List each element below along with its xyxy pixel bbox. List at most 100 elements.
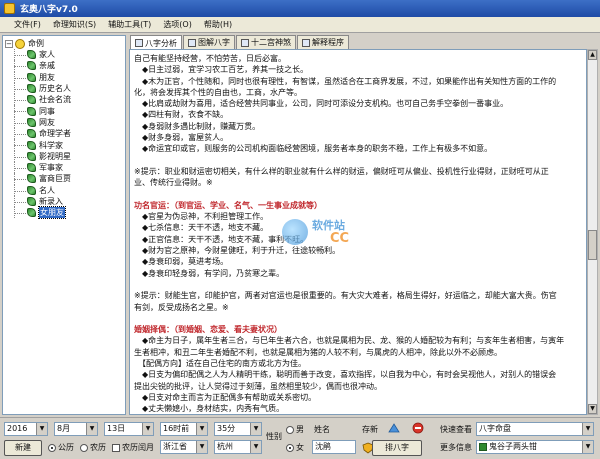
leaf-icon <box>27 106 36 116</box>
text-line <box>134 279 582 290</box>
female-label: 女 <box>296 443 304 452</box>
tree-item[interactable]: 朋友 <box>5 71 125 84</box>
text-line <box>134 313 582 324</box>
gourd-icon <box>479 443 487 451</box>
tree-item[interactable]: 富商巨贾 <box>5 173 125 185</box>
solar-calendar-radio[interactable] <box>48 444 56 452</box>
scroll-thumb[interactable] <box>588 230 597 260</box>
text-line: ◆比肩或劫财为喜用，适合经营共同事业，公司，同时可添设分支机构。也可自己务手空拳… <box>134 99 509 109</box>
hour-select[interactable]: 16时前 ▼ <box>160 422 208 436</box>
app-icon <box>4 3 15 14</box>
tree-item-label: 科学家 <box>39 140 63 150</box>
menu-file[interactable]: 文件(F) <box>8 19 47 30</box>
text-line <box>134 155 582 166</box>
tree-item-label: 名人 <box>39 185 55 195</box>
minute-select[interactable]: 35分 ▼ <box>214 422 262 436</box>
text-line: 化，将会发挥其个性的自由也，工商，水产等。 <box>134 87 302 97</box>
scroll-up-icon[interactable]: ▲ <box>588 50 597 60</box>
tree-item[interactable]: 同事 <box>5 105 125 118</box>
tree-item[interactable]: 网友 <box>5 116 125 129</box>
collapse-icon[interactable]: − <box>5 39 13 48</box>
tree-item[interactable]: 社会名流 <box>5 94 125 106</box>
menu-help[interactable]: 帮助(H) <box>198 19 238 30</box>
section-heading: 婚姻择偶：（到婚姻、恋爱、看夫妻状况） <box>134 325 282 335</box>
tree-item[interactable]: 新录入 <box>5 195 125 208</box>
tree-item[interactable]: 亲戚 <box>5 60 125 72</box>
tree-item-label: 女朋友 <box>38 206 66 220</box>
city-select[interactable]: 杭州 ▼ <box>214 440 262 454</box>
text-line: 业、传统行业得财。※ <box>134 178 213 188</box>
tab-bazi-diagram[interactable]: 图解八字 <box>183 35 235 49</box>
dropdown-arrow-icon: ▼ <box>86 423 97 435</box>
leaf-icon <box>27 197 36 206</box>
text-line: ◆日干专相干，夫妻和睦，相互了解多有助益。 <box>134 415 582 416</box>
text-line: ◆日支对命主而言为正配偶多有帮助或关系密切。 <box>134 392 317 402</box>
leaf-icon <box>27 185 36 195</box>
tab-interpretation[interactable]: 解释程序 <box>297 35 349 49</box>
save-icon[interactable] <box>388 422 400 434</box>
quick-view-select[interactable]: 八字命盘 ▼ <box>476 422 594 436</box>
leaf-icon <box>27 117 36 127</box>
menu-knowledge[interactable]: 命理知识(S) <box>47 19 102 30</box>
name-label: 姓名 <box>314 425 330 434</box>
book-icon <box>302 38 310 47</box>
tree-item[interactable]: 科学家 <box>5 139 125 151</box>
scroll-down-icon[interactable]: ▼ <box>588 404 597 414</box>
leap-month-label: 农历闰月 <box>122 443 154 452</box>
leap-month-checkbox[interactable] <box>112 444 120 452</box>
text-line: ◆财多身弱，富屋贫人。 <box>134 133 229 143</box>
tree-item-label: 家人 <box>39 50 55 60</box>
tree-item-label: 富商巨贾 <box>39 174 71 184</box>
analysis-text[interactable]: 自己有能坚持经营，不怕劳苦，日后必富。 ◆日主过弱，宜学习农工百艺，养其一技之长… <box>129 49 587 415</box>
text-line: ※提示：职业和财运密切相关，有什么样的职业就有什么样的财运，偏财旺可从偏业、投机… <box>134 166 549 176</box>
vertical-scrollbar[interactable]: ▲ ▼ <box>587 49 598 415</box>
tree-item[interactable]: 命理学者 <box>5 128 125 140</box>
month-select[interactable]: 8月 ▼ <box>54 422 98 436</box>
stop-icon[interactable] <box>412 422 424 434</box>
paipan-button[interactable]: 排八字 <box>372 440 422 456</box>
tree-item[interactable]: 历史名人 <box>5 82 125 95</box>
dropdown-arrow-icon: ▼ <box>196 441 207 453</box>
text-line: 【配偶方向】适在自己住宅的南方或北方为佳。 <box>134 359 306 369</box>
text-line: 提出尖锐的批评，让人觉得过于刻薄，虽然相里较少，偶而也很冲动。 <box>134 381 382 391</box>
dropdown-arrow-icon: ▼ <box>250 441 261 453</box>
tab-bazi-analysis[interactable]: 八字分析 <box>130 35 182 50</box>
tree-item-label: 新录入 <box>39 197 63 206</box>
tree-item[interactable]: 影视明星 <box>5 150 125 163</box>
province-select[interactable]: 浙江省 ▼ <box>160 440 208 454</box>
leaf-icon <box>27 61 36 71</box>
tree-item[interactable]: 名人 <box>5 184 125 197</box>
text-line: ◆日支为偏印配偶之人为人精明干练，聪明而善于改变，喜欢指挥，以自我为中心，有时会… <box>134 370 557 380</box>
dropdown-arrow-icon: ▼ <box>142 423 153 435</box>
tree-root[interactable]: − 命例 <box>5 38 125 49</box>
menu-tools[interactable]: 辅助工具(T) <box>102 19 157 30</box>
male-radio[interactable] <box>286 426 294 434</box>
leaf-icon <box>27 151 36 161</box>
text-line: ◆官星为伪忌神，不利担管理工作。 <box>134 212 269 222</box>
tree-item-label: 历史名人 <box>39 84 71 94</box>
quick-view-label: 快速查看 <box>440 425 472 434</box>
text-line: ◆七杀信息：天干不透，地支不藏。 <box>134 223 269 233</box>
text-line: 生者相冲，和丑二年生者婚配不利，也就是属相为猪的人较不利，与属虎的人相冲，除此以… <box>134 347 502 357</box>
female-radio[interactable] <box>286 444 294 452</box>
dropdown-arrow-icon: ▼ <box>250 423 261 435</box>
menu-options[interactable]: 选项(O) <box>157 19 198 30</box>
more-info-select[interactable]: 鬼谷子两头钳 ▼ <box>476 440 594 454</box>
text-line: ◆身衰印轻身弱，有学问，乃贫寒之辈。 <box>134 268 285 278</box>
tree-item[interactable]: 家人 <box>5 49 125 61</box>
name-input[interactable]: 沈鹃 <box>312 440 356 454</box>
tree-item[interactable]: 军事家 <box>5 161 125 174</box>
dropdown-arrow-icon: ▼ <box>582 441 593 453</box>
tab-twelve-palaces[interactable]: 十二宫神煞 <box>236 35 296 49</box>
text-line: 自己有能坚持经营，不怕劳苦，日后必富。 <box>134 54 286 63</box>
tree-item-label: 同事 <box>39 106 55 116</box>
text-line: ◆正官信息：天干不透，地支不藏，事利不旺。 <box>134 234 309 244</box>
analysis-tabs: 八字分析 图解八字 十二宫神煞 解释程序 <box>130 35 350 50</box>
day-select[interactable]: 13日 ▼ <box>104 422 154 436</box>
lunar-calendar-radio[interactable] <box>80 444 88 452</box>
text-line: ◆命运宜印或官，则服务的公司机构面临经营困境，服务者本身的职务不稳，工作上有极多… <box>134 144 493 154</box>
tree-item[interactable]: 女朋友 <box>5 206 125 220</box>
year-select[interactable]: 2016 ▼ <box>4 422 48 436</box>
text-line: ◆日主过弱，宜学习农工百艺，养其一技之长。 <box>134 65 309 75</box>
new-button[interactable]: 新建 <box>4 440 42 456</box>
